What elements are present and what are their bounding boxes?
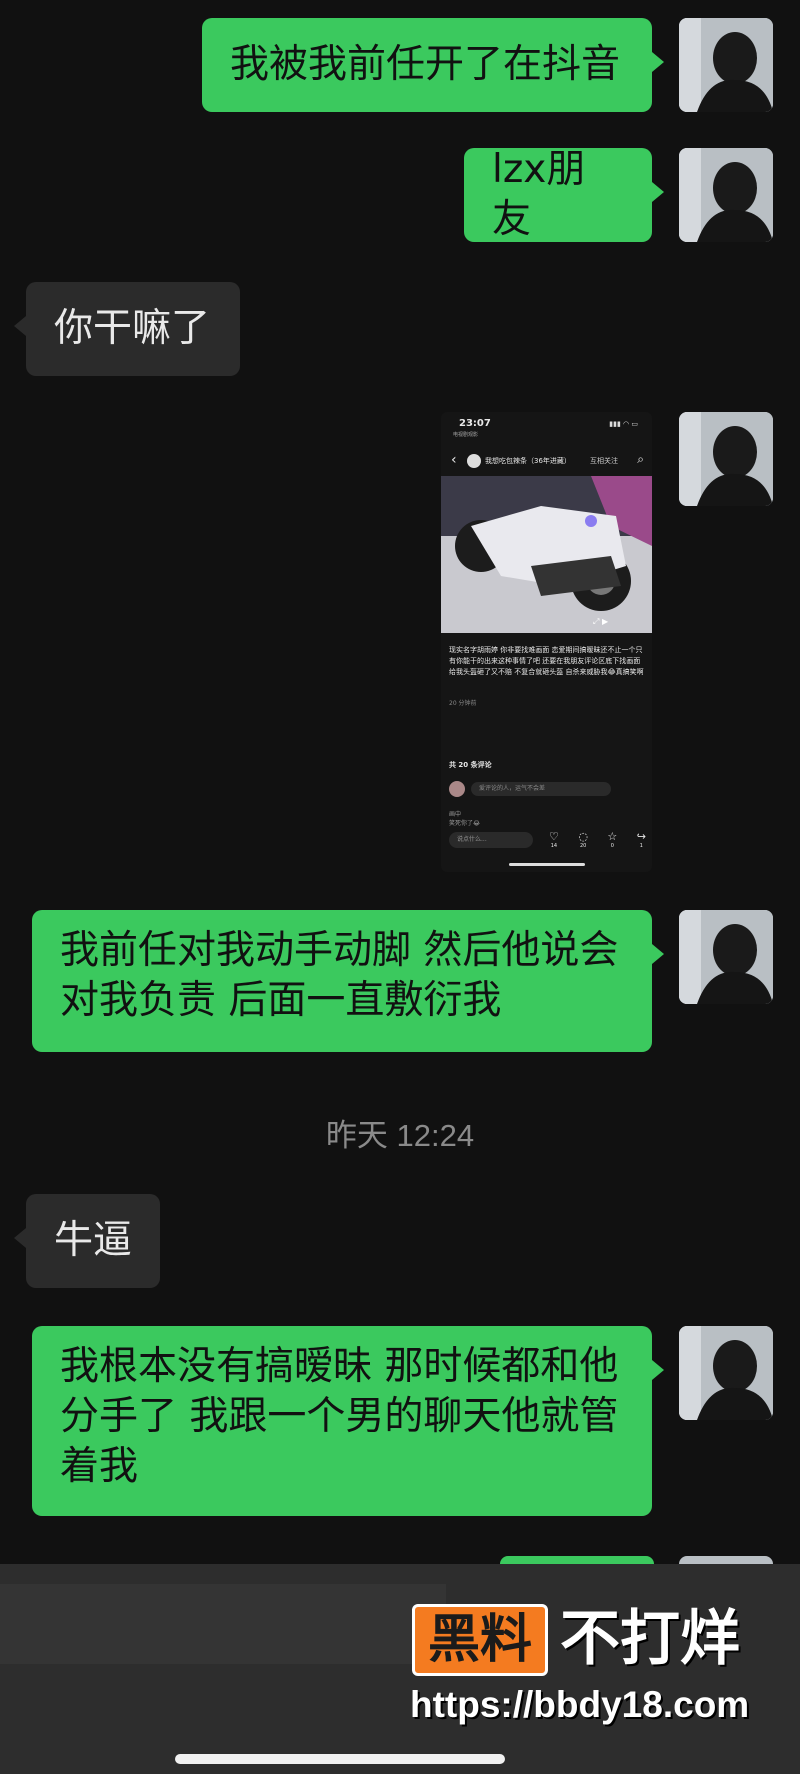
message-text-line: 着我 [60,1444,139,1489]
video-caption: 现实名字胡雨婷 你非要找难画面 恋爱期间搞暧昧还不止一个只有你能干的出来这种事情… [449,646,644,676]
message-text-line: 我前任对我动手动脚 然后他说会 [60,928,619,973]
comment-row: 画中 笑死你了😂 [449,809,480,827]
comment-icon: ◌ 20 [578,830,588,849]
account-name: 我想吃包辣条（36年进藏） [485,457,571,465]
message-bubble-outgoing[interactable]: lzx朋友 [464,147,664,242]
user-avatar[interactable] [679,1326,773,1420]
svg-text:⤢ ▶: ⤢ ▶ [592,617,609,626]
video-thumbnail: ⤢ ▶ [441,476,652,633]
comment-user: 画中 [449,811,462,818]
search-icon: ⌕ [637,452,644,466]
message-bubble-incoming[interactable]: 牛逼 [14,1194,160,1288]
comment-count: 共 20 条评论 [449,761,492,769]
video-nav-bar: ‹ 我想吃包辣条（36年进藏） 互相关注 ⌕ [441,452,652,472]
comment-bar: 爱评论的人，运气不会差 [447,778,646,800]
chat-timestamp: 昨天 12:24 [325,1118,475,1153]
message-input[interactable] [0,1584,446,1664]
share-icon: ↪ 1 [636,830,646,849]
heart-icon: ♡ 14 [549,830,559,849]
phone-status-sub: 电视剧观影 [453,432,479,438]
post-time: 20 分钟前 [449,700,477,707]
phone-status-time: 23:07 [459,418,491,429]
comment-text: 笑死你了😂 [449,820,481,827]
message-text: lzx朋友 [492,147,586,242]
message-text: 我被我前任开了在抖音 [230,42,621,87]
message-text: 你干嘛了 [54,306,211,351]
message-text: 牛逼 [54,1218,133,1263]
action-row: ♡ 14 ◌ 20 ☆ 0 ↪ 1 [549,830,646,849]
message-text-line: 对我负责 后面一直敷衍我 [60,978,502,1023]
home-bar [509,863,585,866]
watermark-text: 不打烊 [560,1604,740,1674]
watermark-badge: 黑料 [427,1610,532,1670]
message-text-line: 我根本没有搞暧昧 那时候都和他 [60,1344,619,1389]
home-indicator [175,1754,505,1764]
comment-input: 爱评论的人，运气不会差 [471,782,611,796]
star-icon: ☆ 0 [607,830,618,849]
back-icon: ‹ [451,452,457,468]
signal-battery-icon: ▮▮▮ ◠ ▭ [609,420,638,428]
user-avatar[interactable] [679,412,773,506]
watermark-url: https://bbdy18.com [410,1684,750,1725]
message-text-line: 分手了 我跟一个男的聊天他就管 [60,1394,619,1439]
commenter-avatar [449,781,465,797]
user-avatar[interactable] [679,18,773,112]
user-avatar[interactable] [679,148,773,242]
image-message-screenshot[interactable]: 23:07 电视剧观影 ▮▮▮ ◠ ▭ ‹ 我想吃包辣条（36年进藏） 互相关注… [441,412,652,872]
message-bubble-outgoing[interactable]: 我前任对我动手动脚 然后他说会 对我负责 后面一直敷衍我 [32,910,664,1052]
message-bubble-incoming[interactable]: 你干嘛了 [14,282,240,376]
follow-label: 互相关注 [590,457,618,465]
user-avatar[interactable] [679,910,773,1004]
account-avatar [467,454,481,468]
say-input: 说点什么... [449,832,533,848]
message-bubble-outgoing[interactable]: 我根本没有搞暧昧 那时候都和他 分手了 我跟一个男的聊天他就管 着我 [32,1326,664,1516]
message-bubble-outgoing[interactable]: 我被我前任开了在抖音 [202,18,664,112]
